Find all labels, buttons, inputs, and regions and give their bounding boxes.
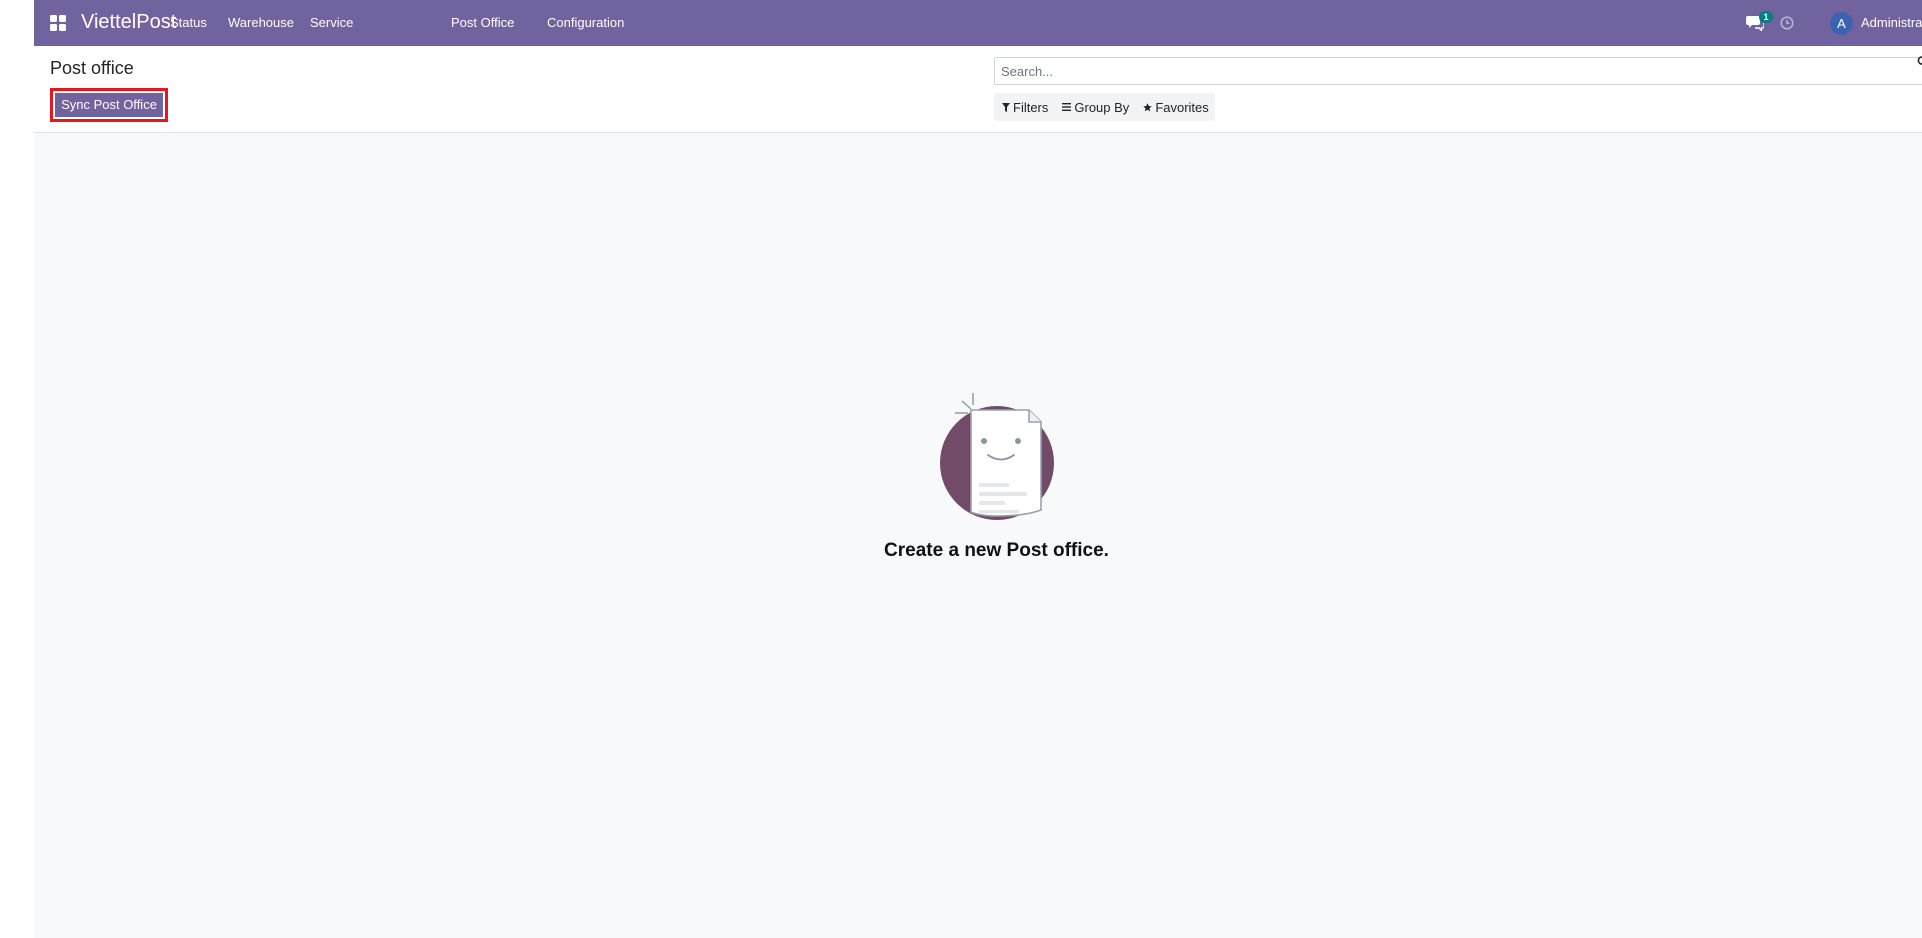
- search-options-bar: Filters Group By Favorites: [994, 93, 1215, 121]
- menu-item-post-office[interactable]: Post Office: [451, 0, 514, 46]
- empty-state: Create a new Post office.: [34, 378, 1922, 562]
- apps-menu-icon[interactable]: [50, 15, 66, 31]
- user-name[interactable]: Administrator: [1861, 0, 1922, 46]
- chat-count-badge: 1: [1759, 11, 1773, 23]
- search-icon[interactable]: [1916, 56, 1922, 66]
- menu-item-service[interactable]: Service: [310, 0, 353, 46]
- menu-item-status[interactable]: Status: [170, 0, 207, 46]
- search-input[interactable]: [1001, 58, 1901, 84]
- clock-icon[interactable]: [1780, 16, 1794, 30]
- control-panel: Post office Sync Post Office Filters: [34, 46, 1922, 133]
- favorites-label: Favorites: [1155, 99, 1209, 115]
- filters-label: Filters: [1013, 99, 1049, 115]
- menu-item-configuration[interactable]: Configuration: [547, 0, 624, 46]
- empty-state-message: Create a new Post office.: [884, 540, 1109, 561]
- favorites-dropdown[interactable]: Favorites: [1143, 99, 1209, 115]
- empty-document-illustration: [939, 393, 1054, 520]
- search-box: [994, 57, 1922, 85]
- app-window: ViettelPost Status Warehouse Service Pos…: [34, 0, 1922, 938]
- top-navbar: ViettelPost Status Warehouse Service Pos…: [34, 0, 1922, 46]
- page-title: Post office: [50, 58, 134, 78]
- filters-dropdown[interactable]: Filters: [1002, 100, 1048, 115]
- filter-icon: [1002, 102, 1010, 112]
- app-brand[interactable]: ViettelPost: [81, 11, 176, 34]
- sync-post-office-button[interactable]: Sync Post Office: [55, 93, 163, 117]
- user-avatar[interactable]: A: [1830, 12, 1853, 35]
- star-icon: [1143, 102, 1153, 111]
- menu-item-warehouse[interactable]: Warehouse: [228, 0, 294, 46]
- group-by-label: Group By: [1074, 99, 1130, 115]
- sync-button-highlight: Sync Post Office: [50, 88, 168, 122]
- group-by-icon: [1062, 103, 1072, 111]
- group-by-dropdown[interactable]: Group By: [1062, 100, 1129, 115]
